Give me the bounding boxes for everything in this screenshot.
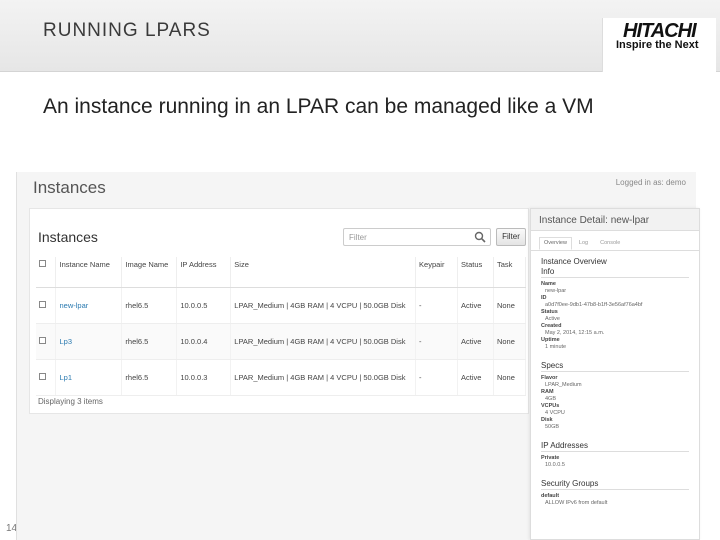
table-row[interactable]: new-lpar rhel6.5 10.0.0.5 LPAR_Medium | … [36,287,527,324]
select-all-checkbox[interactable] [39,260,46,267]
instances-table: Instance Name Image Name IP Address Size… [36,257,527,396]
section-divider [541,277,689,278]
section-divider [541,451,689,452]
instance-detail-panel: Instance Detail: new-lpar Overview Log C… [530,208,700,540]
spec-label: VCPUs [541,403,560,409]
spec-label: Flavor [541,375,558,381]
spec-value: 4GB [545,396,557,402]
detail-title: Instance Detail: new-lpar [531,209,699,231]
column-header[interactable]: IP Address [176,257,232,288]
keypair-cell: - [415,359,458,396]
column-header[interactable]: Size [230,257,417,288]
ip-address-cell: 10.0.0.5 [176,287,232,324]
image-name-cell: rhel6.5 [121,359,178,396]
info-label: Created [541,323,562,329]
size-cell: LPAR_Medium | 4GB RAM | 4 VCPU | 50.0GB … [230,323,417,360]
page-title: Instances [33,178,106,197]
section-divider [541,371,689,372]
instance-name-link[interactable]: new-lpar [55,287,123,324]
detail-tabs: Overview Log Console [531,231,699,251]
image-name-cell: rhel6.5 [121,287,178,324]
overview-heading: Instance Overview [541,257,607,266]
size-cell: LPAR_Medium | 4GB RAM | 4 VCPU | 50.0GB … [230,287,417,324]
spec-value: LPAR_Medium [545,382,582,388]
sg-value: ALLOW IPv6 from default [545,500,608,506]
slide-subtitle: An instance running in an LPAR can be ma… [43,95,594,118]
size-cell: LPAR_Medium | 4GB RAM | 4 VCPU | 50.0GB … [230,359,417,396]
ip-addresses-heading: IP Addresses [541,441,588,450]
task-cell: None [493,323,527,360]
column-header[interactable]: Instance Name [55,257,123,288]
status-cell: Active [457,323,494,360]
filter-input[interactable]: Filter [343,228,491,246]
ip-address-cell: 10.0.0.4 [176,323,232,360]
table-footer-count: Displaying 3 items [38,397,103,406]
keypair-cell: - [415,287,458,324]
slide-title: RUNNING LPARS [43,20,211,41]
spec-label: Disk [541,417,553,423]
select-all-header[interactable] [36,257,57,288]
info-label: ID [541,295,547,301]
security-groups-heading: Security Groups [541,479,599,488]
task-cell: None [493,287,527,324]
column-header[interactable]: Image Name [121,257,178,288]
search-icon[interactable] [474,231,486,243]
detail-body: Instance Overview Info Name new-lpar ID … [531,251,699,511]
info-label: Status [541,309,558,315]
info-label: Uptime [541,337,560,343]
logged-in-status: Logged in as: demo [615,178,686,187]
dashboard-screenshot: Instances Logged in as: demo Instances F… [16,172,700,540]
column-header[interactable]: Status [457,257,494,288]
tab-log[interactable]: Log [574,237,593,250]
brand-logo: HITACHI Inspire the Next [602,18,716,72]
info-value: Active [545,316,560,322]
specs-heading: Specs [541,361,564,370]
ip-address-cell: 10.0.0.3 [176,359,232,396]
tab-console[interactable]: Console [595,237,625,250]
tab-overview[interactable]: Overview [539,237,572,250]
info-value: a0d7f0ee-9db1-47b8-b1ff-3e56af76a4bf [545,302,643,308]
keypair-cell: - [415,323,458,360]
image-name-cell: rhel6.5 [121,323,178,360]
info-label: Name [541,281,556,287]
section-divider [541,489,689,490]
status-cell: Active [457,287,494,324]
filter-button[interactable]: Filter [496,228,526,246]
instances-table-title: Instances [38,229,98,245]
instance-name-link[interactable]: Lp3 [55,323,123,360]
row-checkbox[interactable] [39,336,46,344]
table-row[interactable]: Lp3 rhel6.5 10.0.0.4 LPAR_Medium | 4GB R… [36,323,527,360]
spec-value: 50GB [545,424,560,430]
info-heading: Info [541,267,555,276]
slide-header: RUNNING LPARS HITACHI Inspire the Next [0,0,720,72]
table-row[interactable]: Lp1 rhel6.5 10.0.0.3 LPAR_Medium | 4GB R… [36,359,527,396]
instance-name-link[interactable]: Lp1 [55,359,123,396]
status-cell: Active [457,359,494,396]
info-value: May 2, 2014, 12:15 a.m. [545,330,605,336]
row-checkbox[interactable] [39,300,46,308]
ip-value: 10.0.0.5 [545,462,565,468]
spec-value: 4 VCPU [545,410,565,416]
spec-label: RAM [541,389,554,395]
table-header-row: Instance Name Image Name IP Address Size… [36,257,527,288]
brand-tagline: Inspire the Next [616,39,699,51]
sg-label: default [541,493,560,499]
task-cell: None [493,359,527,396]
row-checkbox[interactable] [39,372,46,380]
column-header[interactable]: Keypair [415,257,458,288]
info-value: 1 minute [545,344,567,350]
ip-label: Private [541,455,560,461]
instances-panel: Instances Filter Filter Instance Name Im… [29,208,529,414]
column-header[interactable]: Task [493,257,527,288]
info-value: new-lpar [545,288,567,294]
